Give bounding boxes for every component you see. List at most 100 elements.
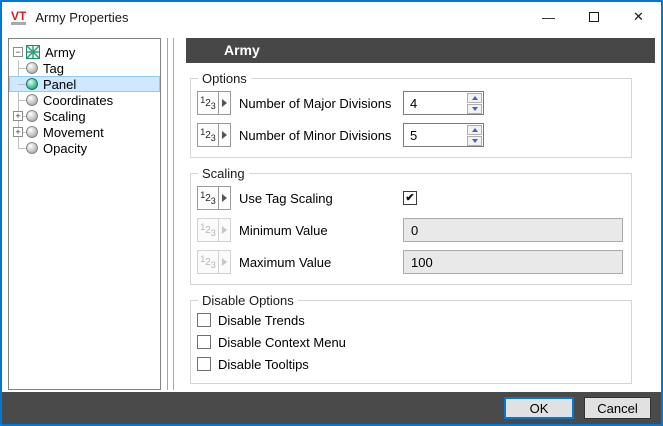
expr-arrow-icon xyxy=(219,219,230,241)
panel-title: Army xyxy=(224,42,260,58)
spin-up-button[interactable] xyxy=(467,92,482,103)
minor-divisions-row: 123 Number of Minor Divisions 5 xyxy=(197,123,625,147)
field-label: Use Tag Scaling xyxy=(239,190,333,206)
cancel-button[interactable]: Cancel xyxy=(584,397,651,419)
major-divisions-row: 123 Number of Major Divisions 4 xyxy=(197,91,625,115)
check-icon: ✔ xyxy=(405,192,415,204)
spin-down-button[interactable] xyxy=(467,103,482,114)
numeric-constant-icon: 123 xyxy=(198,124,219,146)
disable-trends-row: Disable Trends xyxy=(197,312,625,328)
spin-down-icon xyxy=(471,106,478,111)
disable-context-menu-row: Disable Context Menu xyxy=(197,334,625,350)
tree-connector xyxy=(18,100,26,101)
field-label: Number of Major Divisions xyxy=(239,95,392,111)
properties-panel: Army Options 123 Number of Major Divisio… xyxy=(186,38,655,392)
expr-arrow-icon xyxy=(219,251,230,273)
tree-item-label: Scaling xyxy=(43,108,86,124)
tree-item-label: Tag xyxy=(43,60,64,76)
disable-tooltips-checkbox[interactable] xyxy=(197,357,211,371)
tree-item-label: Coordinates xyxy=(43,92,114,108)
use-tag-scaling-row: 123 Use Tag Scaling ✔ xyxy=(197,186,625,210)
title-bar: VT Army Properties — ✕ xyxy=(2,2,661,32)
minimum-value-field: 0 xyxy=(403,218,623,242)
minimize-button[interactable]: — xyxy=(526,2,571,32)
expr-arrow-icon xyxy=(219,124,230,146)
disable-context-menu-checkbox[interactable] xyxy=(197,335,211,349)
disable-trends-checkbox[interactable] xyxy=(197,313,211,327)
group-title: Options xyxy=(198,71,251,86)
expr-arrow-icon xyxy=(219,187,230,209)
expression-toggle-button-disabled: 123 xyxy=(197,218,231,242)
options-group: Options 123 Number of Major Divisions 4 xyxy=(190,71,632,158)
close-button[interactable]: ✕ xyxy=(616,2,661,32)
checkbox-label: Disable Trends xyxy=(218,312,305,328)
tree-connector xyxy=(18,148,26,149)
sphere-icon xyxy=(26,126,38,138)
expand-expander-icon[interactable]: + xyxy=(13,127,23,137)
minimize-icon: — xyxy=(542,9,555,25)
tree-item-label: Opacity xyxy=(43,140,88,156)
maximize-icon xyxy=(588,12,599,22)
spin-up-icon xyxy=(471,95,478,100)
close-icon: ✕ xyxy=(633,9,644,24)
tree-item-movement[interactable]: + Movement xyxy=(9,124,160,140)
expand-expander-icon[interactable]: + xyxy=(13,111,23,121)
army-grid-icon xyxy=(26,45,40,59)
disable-tooltips-row: Disable Tooltips xyxy=(197,356,625,372)
sphere-icon xyxy=(26,78,38,90)
spin-down-icon xyxy=(471,138,478,143)
maximum-value-row: 123 Maximum Value 100 xyxy=(197,250,625,274)
checkbox-label: Disable Context Menu xyxy=(218,334,346,350)
tree-item-panel[interactable]: Panel xyxy=(9,76,160,92)
tree-item-opacity[interactable]: Opacity xyxy=(9,140,160,156)
window-controls: — ✕ xyxy=(526,2,661,32)
tree-item-label: Panel xyxy=(43,76,77,92)
expression-toggle-button[interactable]: 123 xyxy=(197,186,231,210)
spinner-value[interactable]: 5 xyxy=(404,124,467,146)
sphere-icon xyxy=(26,110,38,122)
expression-toggle-button[interactable]: 123 xyxy=(197,91,231,115)
numeric-constant-icon: 123 xyxy=(198,251,219,273)
window-title: Army Properties xyxy=(35,9,129,25)
expression-toggle-button-disabled: 123 xyxy=(197,250,231,274)
panel-header: Army xyxy=(186,38,655,63)
checkbox-label: Disable Tooltips xyxy=(218,356,309,372)
use-tag-scaling-checkbox[interactable]: ✔ xyxy=(403,191,417,205)
property-tree: − Army Tag Panel Coordinates + Scaling +… xyxy=(8,38,161,390)
tree-item-army[interactable]: − Army xyxy=(9,44,160,60)
vt-app-icon: VT xyxy=(11,8,27,25)
expr-arrow-icon xyxy=(219,92,230,114)
numeric-constant-icon: 123 xyxy=(198,219,219,241)
tree-item-label: Army xyxy=(45,44,76,60)
group-title: Disable Options xyxy=(198,293,298,308)
spin-down-button[interactable] xyxy=(467,135,482,146)
minor-divisions-spinner[interactable]: 5 xyxy=(403,123,484,147)
collapse-expander-icon[interactable]: − xyxy=(13,47,23,57)
tree-item-label: Movement xyxy=(43,124,104,140)
maximize-button[interactable] xyxy=(571,2,616,32)
field-label: Maximum Value xyxy=(239,254,332,270)
spinner-value[interactable]: 4 xyxy=(404,92,467,114)
tree-item-coordinates[interactable]: Coordinates xyxy=(9,92,160,108)
scaling-group: Scaling 123 Use Tag Scaling ✔ 123 Minimu… xyxy=(190,166,632,285)
expression-toggle-button[interactable]: 123 xyxy=(197,123,231,147)
sphere-icon xyxy=(26,142,38,154)
dialog-footer: OK Cancel xyxy=(2,392,661,424)
disable-options-group: Disable Options Disable Trends Disable C… xyxy=(190,293,632,384)
tree-item-tag[interactable]: Tag xyxy=(9,60,160,76)
maximum-value-field: 100 xyxy=(403,250,623,274)
panel-splitter[interactable] xyxy=(167,38,174,390)
spin-up-icon xyxy=(471,127,478,132)
ok-button[interactable]: OK xyxy=(504,397,574,419)
numeric-constant-icon: 123 xyxy=(198,187,219,209)
field-label: Number of Minor Divisions xyxy=(239,127,392,143)
spin-up-button[interactable] xyxy=(467,124,482,135)
numeric-constant-icon: 123 xyxy=(198,92,219,114)
tree-connector xyxy=(18,84,26,85)
group-title: Scaling xyxy=(198,166,249,181)
sphere-icon xyxy=(26,94,38,106)
major-divisions-spinner[interactable]: 4 xyxy=(403,91,484,115)
army-properties-dialog: VT Army Properties — ✕ − Army Tag Panel … xyxy=(0,0,663,426)
tree-item-scaling[interactable]: + Scaling xyxy=(9,108,160,124)
minimum-value-row: 123 Minimum Value 0 xyxy=(197,218,625,242)
